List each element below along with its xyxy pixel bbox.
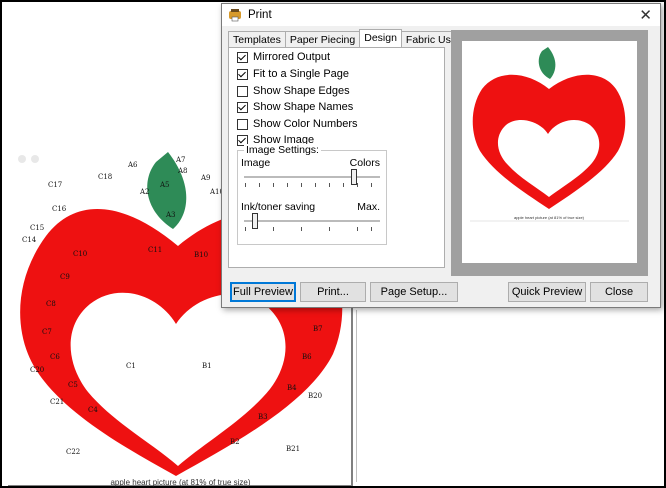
fit-single-page-option[interactable]: Fit to a Single Page: [237, 68, 349, 80]
image-settings-group: Image Settings: Image Colors Ink/toner s…: [237, 144, 387, 245]
shape-label: C21: [50, 398, 64, 406]
shape-label: A8: [177, 167, 188, 175]
shape-label: C16: [52, 205, 67, 213]
shape-label: B10: [194, 251, 208, 259]
mirrored-output-label: Mirrored Output: [253, 51, 331, 63]
show-shape-names-checkbox[interactable]: [237, 101, 248, 113]
print-dialog: Print ✕ Templates Paper Piecing Design F…: [221, 3, 661, 308]
shape-label: A2: [139, 188, 150, 196]
fit-single-page-label: Fit to a Single Page: [253, 68, 350, 80]
page-setup-button[interactable]: Page Setup...: [370, 282, 458, 302]
dialog-title: Print: [248, 9, 272, 21]
print-button[interactable]: Print...: [300, 282, 366, 302]
show-color-numbers-option[interactable]: Show Color Numbers: [237, 118, 358, 130]
shape-label: C20: [30, 366, 44, 374]
shape-label: B1: [202, 362, 212, 370]
shape-label: C14: [22, 236, 37, 244]
close-button[interactable]: Close: [590, 282, 648, 302]
slider-thumb[interactable]: [252, 213, 258, 229]
dialog-titlebar[interactable]: Print ✕: [222, 4, 660, 26]
shape-label: A9: [200, 174, 211, 182]
tab-design[interactable]: Design: [359, 29, 402, 47]
shape-label: C10: [73, 250, 87, 258]
show-shape-edges-option[interactable]: Show Shape Edges: [237, 85, 350, 97]
shape-label: C18: [98, 173, 112, 181]
quick-preview-button[interactable]: Quick Preview: [508, 282, 586, 302]
tab-strip: Templates Paper Piecing Design Fabric Us…: [228, 29, 474, 47]
show-shape-edges-checkbox[interactable]: [237, 85, 248, 97]
show-color-numbers-label: Show Color Numbers: [253, 118, 358, 130]
app-icon: [229, 9, 241, 22]
image-settings-legend: Image Settings:: [244, 144, 321, 156]
show-shape-names-label: Show Shape Names: [253, 101, 354, 113]
shape-label: C17: [48, 181, 62, 189]
colors-label: Colors: [349, 157, 380, 169]
shape-label: B7: [313, 325, 323, 333]
shape-label: B2: [230, 438, 240, 446]
shape-label: C7: [42, 328, 52, 336]
shape-label: B3: [258, 413, 268, 421]
shape-label: B4: [287, 384, 297, 392]
mirrored-output-checkbox[interactable]: [237, 51, 248, 63]
show-shape-names-option[interactable]: Show Shape Names: [237, 101, 353, 113]
empty-area: [356, 310, 661, 482]
design-tab-panel: Mirrored Output Fit to a Single Page Sho…: [228, 47, 445, 268]
shape-label: A6: [127, 161, 138, 169]
shape-label: A7: [175, 156, 186, 164]
preview-thumbnail: apple heart picture (at 81% of true size…: [470, 47, 629, 222]
mirrored-output-option[interactable]: Mirrored Output: [237, 51, 330, 63]
preview-caption: apple heart picture (at 81% of true size…: [514, 215, 585, 220]
shape-label: C9: [60, 273, 70, 281]
ink-saving-label: Ink/toner saving: [241, 201, 316, 213]
tab-paper-piecing[interactable]: Paper Piecing: [284, 31, 361, 47]
max-label: Max.: [357, 201, 380, 213]
full-preview-button[interactable]: Full Preview: [230, 282, 296, 302]
shape-label: B20: [308, 392, 322, 400]
preview-page: apple heart picture (at 81% of true size…: [462, 41, 637, 263]
show-shape-edges-label: Show Shape Edges: [253, 85, 350, 97]
corner-marker: [31, 155, 39, 163]
show-color-numbers-checkbox[interactable]: [237, 118, 248, 130]
pattern-caption: apple heart picture (at 81% of true size…: [110, 478, 251, 487]
tab-templates[interactable]: Templates: [228, 31, 286, 47]
shape-label: C11: [148, 246, 162, 254]
close-icon[interactable]: ✕: [639, 6, 652, 24]
shape-label: C22: [66, 448, 80, 456]
slider-track: [244, 176, 380, 179]
slider-track: [244, 220, 380, 223]
print-preview-pane: apple heart picture (at 81% of true size…: [451, 30, 648, 276]
shape-label: C5: [68, 381, 78, 389]
shape-label: C1: [126, 362, 136, 370]
shape-label: C4: [88, 406, 98, 414]
fit-single-page-checkbox[interactable]: [237, 68, 248, 80]
image-label: Image: [241, 157, 271, 169]
shape-label: A5: [159, 181, 170, 189]
shape-label: C6: [50, 353, 60, 361]
shape-label: B21: [286, 445, 300, 453]
shape-label: B6: [302, 353, 312, 361]
shape-label: C8: [46, 300, 56, 308]
corner-marker: [18, 155, 26, 163]
shape-label: C15: [30, 224, 44, 232]
shape-label: A3: [165, 211, 176, 219]
